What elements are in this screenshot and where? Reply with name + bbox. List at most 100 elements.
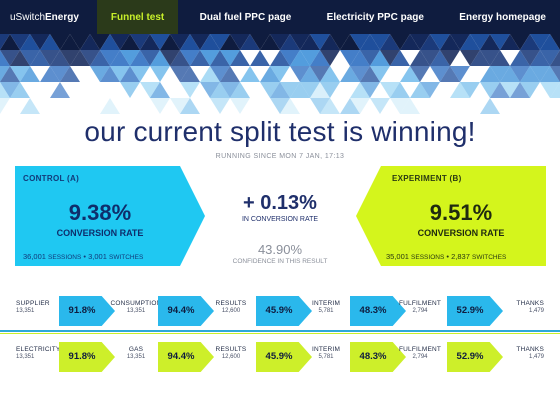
stage-name: ELECTRICITY: [16, 346, 61, 353]
stage-count: 5,781: [318, 354, 334, 360]
confidence-value: 43.90%: [257, 242, 303, 257]
control-footer: 36,001 SESSIONS • 3,001 SWITCHES: [23, 252, 143, 261]
funnel-a-stage-results: RESULTS 12,600: [208, 300, 254, 314]
stage-count: 1,479: [528, 354, 544, 360]
funnel-b-stage-electricity: ELECTRICITY 13,351: [16, 346, 60, 360]
stage-name: SUPPLIER: [16, 300, 50, 307]
experiment-rate-label: CONVERSION RATE: [417, 228, 505, 238]
control-rate: 9.38%: [68, 200, 132, 225]
banner-triangle: [100, 98, 120, 114]
experiment-switches-label: SWITCHES: [471, 254, 507, 261]
nav-tab-energy-homepage[interactable]: Energy homepage: [445, 0, 560, 34]
experiment-rate: 9.51%: [429, 200, 493, 225]
stage-name: THANKS: [516, 346, 544, 353]
conversion-delta-label: IN CONVERSION RATE: [241, 216, 319, 223]
stage-name: INTERIM: [311, 346, 341, 353]
funnel-b-step-2: 94.4%: [158, 342, 214, 372]
banner-triangle: [240, 66, 260, 82]
banner-triangle: [250, 50, 270, 66]
stage-count: 13,351: [16, 308, 35, 314]
step-percentage: 45.9%: [265, 305, 293, 316]
triangle-pattern: [0, 34, 560, 114]
funnel-b-stage-gas: GAS 13,351: [106, 346, 166, 360]
experiment-switches: 2,837: [451, 252, 470, 261]
banner-triangle: [150, 98, 170, 114]
funnel-divider-green: [0, 333, 560, 334]
funnel-b-stage-fulfilment: FULFILMENT 2,794: [394, 346, 446, 360]
conversion-delta: + 0.13%: [243, 192, 317, 214]
control-sessions: 36,001: [23, 252, 46, 261]
control-rate-label: CONVERSION RATE: [56, 228, 144, 238]
banner-triangle: [480, 98, 500, 114]
banner-triangle: [370, 98, 390, 114]
funnel-a-stage-supplier: SUPPLIER 13,351: [16, 300, 50, 314]
nav-tab-dual-fuel-ppc[interactable]: Dual fuel PPC page: [186, 0, 306, 34]
stage-count: 5,781: [318, 308, 334, 314]
control-sessions-label: SESSIONS: [48, 254, 82, 261]
banner-triangle: [150, 66, 170, 82]
stage-count: 2,794: [412, 354, 428, 360]
control-separator: •: [83, 252, 87, 261]
banner-triangle: [210, 98, 230, 114]
experiment-footer: 35,001 SESSIONS • 2,837 SWITCHES: [386, 252, 506, 261]
banner-triangle: [230, 98, 250, 114]
stage-name: INTERIM: [311, 300, 341, 307]
banner-triangle: [50, 82, 70, 98]
stage-count: 12,600: [221, 308, 241, 314]
experiment-panel: EXPERIMENT (B) 9.51% CONVERSION RATE 35,…: [356, 166, 546, 266]
stage-name: THANKS: [516, 300, 544, 307]
stage-count: 13,351: [16, 354, 35, 360]
funnel-a-step-2: 94.4%: [158, 296, 214, 326]
stage-name: FULFILMENT: [398, 300, 442, 307]
step-percentage: 94.4%: [167, 351, 195, 362]
funnel-b-stage-results: RESULTS 12,600: [208, 346, 254, 360]
banner-triangle: [180, 82, 200, 98]
brand-light: uSwitch: [10, 11, 46, 23]
stage-name: GAS: [128, 346, 144, 353]
control-switches: 3,001: [88, 252, 107, 261]
funnel-b-step-3: 45.9%: [256, 342, 312, 372]
step-percentage: 45.9%: [265, 351, 293, 362]
control-panel: CONTROL (A) 9.38% CONVERSION RATE 36,001…: [15, 166, 205, 266]
banner-triangle: [0, 98, 10, 114]
experiment-sessions-label: SESSIONS: [411, 254, 445, 261]
funnel-b-stage-interim: INTERIM 5,781: [306, 346, 346, 360]
banner-triangle: [120, 82, 140, 98]
stage-count: 12,600: [221, 354, 241, 360]
experiment-title: EXPERIMENT (B): [392, 174, 462, 183]
stage-count: 13,351: [126, 354, 146, 360]
funnel-a-stage-thanks: THANKS 1,479: [500, 300, 544, 314]
step-percentage: 52.9%: [456, 351, 484, 362]
triangle-pattern-banner: [0, 34, 560, 114]
step-percentage: 91.8%: [68, 351, 96, 362]
funnel-experiment: ELECTRICITY 13,351 91.8% GAS 13,351 94.4…: [0, 342, 560, 376]
stage-count: 2,794: [412, 308, 428, 314]
step-percentage: 48.3%: [359, 351, 387, 362]
control-switches-label: SWITCHES: [108, 254, 144, 261]
experiment-sessions: 35,001: [386, 252, 409, 261]
nav-tab-funnel-test[interactable]: Funnel test: [96, 0, 179, 34]
funnel-a-step-5: 52.9%: [447, 296, 503, 326]
running-since: RUNNING SINCE MON 7 JAN, 17:13: [215, 153, 345, 160]
stage-count: 13,351: [126, 308, 146, 314]
stage-name: RESULTS: [215, 300, 247, 307]
funnel-a-stage-consumption: CONSUMPTION 13,351: [106, 300, 166, 314]
funnel-b-step-5: 52.9%: [447, 342, 503, 372]
brand-bold: Energy: [45, 11, 79, 23]
funnel-a-stage-fulfilment: FULFILMENT 2,794: [394, 300, 446, 314]
stage-count: 1,479: [528, 308, 544, 314]
stage-name: CONSUMPTION: [110, 300, 162, 307]
funnel-a-step-3: 45.9%: [256, 296, 312, 326]
step-percentage: 52.9%: [456, 305, 484, 316]
step-percentage: 48.3%: [359, 305, 387, 316]
top-nav: uSwitch Energy Funnel test Dual fuel PPC …: [0, 0, 560, 34]
control-title: CONTROL (A): [23, 174, 80, 183]
stage-name: FULFILMENT: [398, 346, 442, 353]
nav-tab-electricity-ppc[interactable]: Electricity PPC page: [313, 0, 438, 34]
page-headline: our current split test is winning!: [84, 116, 476, 147]
step-percentage: 94.4%: [167, 305, 195, 316]
funnel-control: SUPPLIER 13,351 91.8% CONSUMPTION 13,351…: [0, 296, 560, 330]
step-percentage: 91.8%: [68, 305, 96, 316]
brand-logo[interactable]: uSwitch Energy: [0, 0, 97, 34]
funnel-divider-blue: [0, 330, 560, 332]
